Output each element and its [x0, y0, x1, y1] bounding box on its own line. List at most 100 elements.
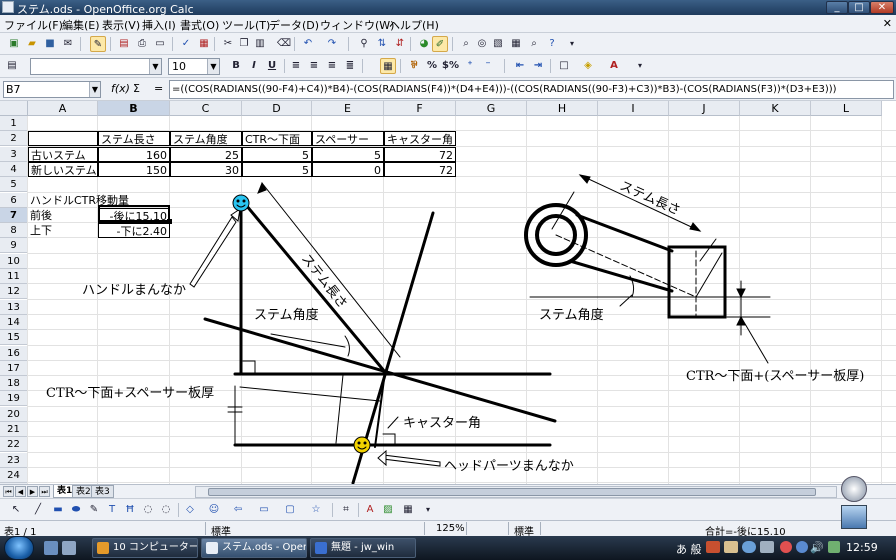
- column-header-f[interactable]: F: [384, 101, 456, 116]
- cell-a3[interactable]: 古いステム: [28, 146, 98, 162]
- delete-decimal-icon[interactable]: ⁻: [480, 58, 496, 74]
- column-header-e[interactable]: E: [312, 101, 384, 116]
- row-header-9[interactable]: 9: [0, 238, 28, 254]
- column-header-k[interactable]: K: [740, 101, 811, 116]
- autospell-icon[interactable]: ▦: [196, 36, 212, 52]
- window-titlebar[interactable]: ステム.ods - OpenOffice.org Calc _ □ ✕: [0, 0, 896, 16]
- formula-input[interactable]: =((COS(RADIANS((90-F4)+C4))*B4)-(COS(RAD…: [169, 80, 894, 99]
- background-color-icon[interactable]: ◈: [580, 58, 596, 74]
- menu-help[interactable]: ヘルプ(H): [389, 17, 439, 33]
- undo-icon[interactable]: ↶: [300, 36, 316, 52]
- align-left-icon[interactable]: ≡: [288, 58, 304, 74]
- percent-button[interactable]: %: [424, 58, 440, 74]
- symbol-shapes-icon[interactable]: ☺: [206, 502, 222, 518]
- document-close-icon[interactable]: ✕: [883, 17, 892, 30]
- show-desktop-icon[interactable]: [44, 541, 58, 555]
- font-color-icon[interactable]: A: [606, 58, 622, 74]
- row-header-23[interactable]: 23: [0, 452, 28, 468]
- page-preview-icon[interactable]: ▭: [152, 36, 168, 52]
- text-tool-icon[interactable]: T: [104, 502, 120, 518]
- number-format-currency-icon[interactable]: ⅌: [406, 58, 422, 74]
- style-combo[interactable]: ▼: [30, 58, 162, 75]
- paste-icon[interactable]: ▥: [252, 36, 268, 52]
- zoom-icon[interactable]: ⌕: [526, 36, 542, 52]
- new-document-icon[interactable]: ▣: [6, 36, 22, 52]
- align-center-icon[interactable]: ≡: [306, 58, 322, 74]
- cell-b2[interactable]: ステム長さ: [98, 131, 170, 147]
- export-pdf-icon[interactable]: ▤: [116, 36, 132, 52]
- close-button[interactable]: ✕: [870, 1, 894, 14]
- row-header-24[interactable]: 24: [0, 467, 28, 483]
- points-icon[interactable]: ⌗: [338, 502, 354, 518]
- row-header-21[interactable]: 21: [0, 422, 28, 437]
- menu-format[interactable]: 書式(O): [180, 17, 219, 33]
- cell-a4[interactable]: 新しいステム: [28, 161, 98, 177]
- save-icon[interactable]: ■: [42, 36, 58, 52]
- column-header-b[interactable]: B: [98, 101, 170, 116]
- column-header-g[interactable]: G: [456, 101, 527, 116]
- hyperlink-icon[interactable]: ⚲: [356, 36, 372, 52]
- from-file-icon[interactable]: ▨: [380, 502, 396, 518]
- row-header-13[interactable]: 13: [0, 299, 28, 315]
- row-header-18[interactable]: 18: [0, 376, 28, 392]
- prev-sheet-icon[interactable]: ◀: [15, 486, 26, 497]
- chevron-down-icon[interactable]: ▼: [207, 59, 219, 74]
- row-header-7[interactable]: 7: [0, 207, 28, 223]
- name-box[interactable]: B7 ▼: [3, 81, 101, 98]
- row-header-19[interactable]: 19: [0, 391, 28, 407]
- row-header-3[interactable]: 3: [0, 146, 28, 162]
- function-wizard-icon[interactable]: f(x): [111, 82, 130, 95]
- italic-button[interactable]: I: [246, 58, 262, 74]
- first-sheet-icon[interactable]: ⏮: [3, 486, 14, 497]
- stars-icon[interactable]: ☆: [308, 502, 324, 518]
- taskbar-item-explorer[interactable]: 10 コンピューター...: [92, 538, 198, 558]
- tray-alert-icon[interactable]: [780, 541, 792, 553]
- row-header-2[interactable]: 2: [0, 131, 28, 147]
- menu-tools[interactable]: ツール(T): [222, 17, 270, 33]
- tray-caps-icon[interactable]: [760, 541, 774, 553]
- row-header-12[interactable]: 12: [0, 284, 28, 300]
- toolbar-overflow-icon[interactable]: ▾: [632, 58, 648, 74]
- cut-icon[interactable]: ✂: [220, 36, 236, 52]
- cell-b4[interactable]: 150: [98, 161, 170, 177]
- increase-indent-icon[interactable]: ⇥: [530, 58, 546, 74]
- underline-button[interactable]: U: [264, 58, 280, 74]
- sum-icon[interactable]: Σ: [133, 82, 140, 95]
- taskbar-clock[interactable]: 12:59: [846, 541, 878, 554]
- menu-insert[interactable]: 挿入(I): [142, 17, 176, 33]
- cell-e3[interactable]: 5: [312, 146, 384, 162]
- fontwork-icon[interactable]: A: [362, 502, 378, 518]
- tray-app-icon[interactable]: [724, 541, 738, 553]
- block-arrows-icon[interactable]: ⇦: [230, 502, 246, 518]
- column-header-a[interactable]: A: [28, 101, 98, 116]
- start-button[interactable]: [4, 536, 34, 560]
- taskbar-item-calc[interactable]: ステム.ods - Open...: [201, 538, 307, 558]
- toolbar-overflow-icon[interactable]: ▾: [420, 502, 436, 518]
- help-icon[interactable]: ?: [544, 36, 560, 52]
- row-header-11[interactable]: 11: [0, 269, 28, 284]
- tab-sheet3[interactable]: 表3: [91, 485, 114, 498]
- callouts-icon[interactable]: ▢: [282, 502, 298, 518]
- horizontal-scrollbar[interactable]: [195, 486, 837, 498]
- print-icon[interactable]: ⎙: [134, 36, 150, 52]
- cell-c3[interactable]: 25: [170, 146, 242, 162]
- row-header-4[interactable]: 4: [0, 161, 28, 177]
- ime-indicator[interactable]: あ 般: [676, 541, 702, 557]
- menu-data[interactable]: データ(D): [269, 17, 319, 33]
- row-header-1[interactable]: 1: [0, 116, 28, 131]
- navigator-icon[interactable]: ◎: [474, 36, 490, 52]
- column-header-j[interactable]: J: [669, 101, 740, 116]
- taskbar-item-jw-win[interactable]: 無題 - jw_win: [310, 538, 416, 558]
- vertical-callout-icon[interactable]: ◌: [158, 502, 174, 518]
- column-header-d[interactable]: D: [242, 101, 312, 116]
- select-all-corner[interactable]: [0, 101, 28, 116]
- function-icon[interactable]: =: [154, 82, 163, 95]
- gadget-clock-icon[interactable]: [841, 476, 867, 502]
- cell-d3[interactable]: 5: [242, 146, 312, 162]
- flowchart-icon[interactable]: ▭: [256, 502, 272, 518]
- menu-view[interactable]: 表示(V): [102, 17, 140, 33]
- cell-f4[interactable]: 72: [384, 161, 456, 177]
- column-header-l[interactable]: L: [811, 101, 882, 116]
- row-header-22[interactable]: 22: [0, 437, 28, 453]
- cell-e2[interactable]: スペーサー: [312, 131, 384, 147]
